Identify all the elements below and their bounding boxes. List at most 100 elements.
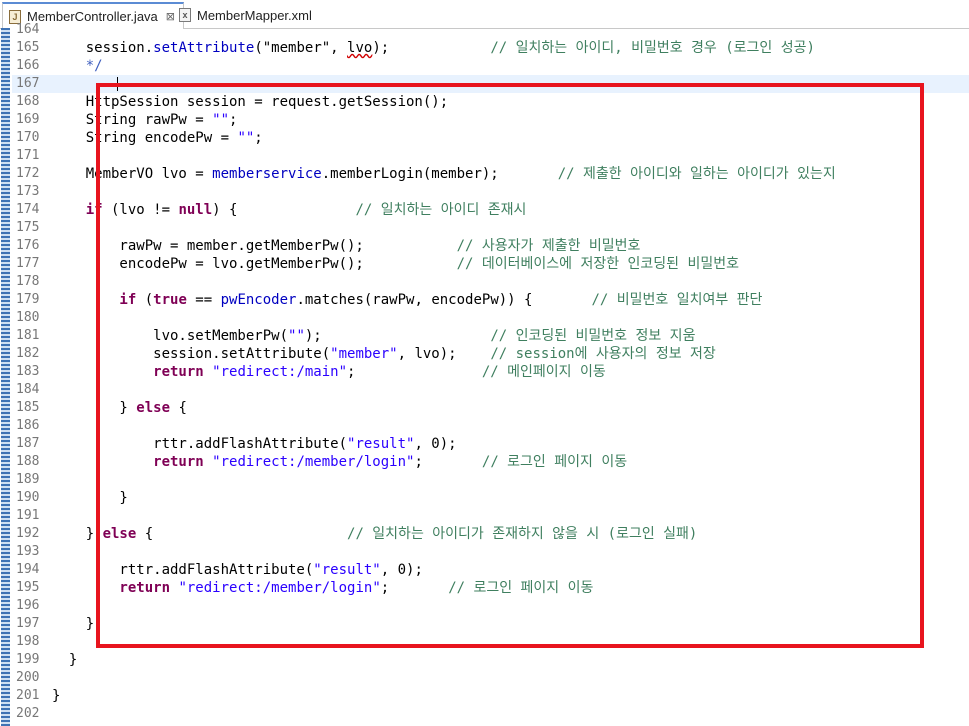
code-line[interactable]: 179 if (true == pwEncoder.matches(rawPw,… xyxy=(12,291,969,309)
code-token: , 0); xyxy=(414,436,457,452)
code-line[interactable]: 164 xyxy=(12,21,969,39)
line-number: 181 xyxy=(16,328,40,343)
code-text: rawPw = member.getMemberPw(); // 사용자가 제출… xyxy=(52,237,640,255)
line-number: 189 xyxy=(16,472,40,487)
code-text: rttr.addFlashAttribute("result", 0); xyxy=(52,561,422,579)
change-ruler xyxy=(1,28,10,726)
line-number: 164 xyxy=(16,22,40,37)
code-text: return "redirect:/member/login"; // 로그인 … xyxy=(52,579,593,597)
line-number: 176 xyxy=(16,238,40,253)
code-line[interactable]: 167 xyxy=(12,75,969,93)
code-text: String rawPw = ""; xyxy=(52,111,238,129)
code-line[interactable]: 166 */ xyxy=(12,57,969,75)
code-line[interactable]: 173 xyxy=(12,183,969,201)
code-line[interactable]: 168 HttpSession session = request.getSes… xyxy=(12,93,969,111)
code-line[interactable]: 191 xyxy=(12,507,969,525)
line-number: 171 xyxy=(16,148,40,163)
code-keyword: else xyxy=(102,526,137,542)
line-number: 168 xyxy=(16,94,40,109)
code-line[interactable]: 165 session.setAttribute("member", lvo);… xyxy=(12,39,969,57)
code-string: "" xyxy=(288,328,305,344)
code-line[interactable]: 174 if (lvo != null) { // 일치하는 아이디 존재시 xyxy=(12,201,969,219)
code-keyword: if xyxy=(52,202,103,218)
code-comment: // 메인페이지 이동 xyxy=(481,364,606,380)
line-number: 191 xyxy=(16,508,40,523)
code-token: ; xyxy=(254,130,263,146)
code-line[interactable]: 171 xyxy=(12,147,969,165)
code-line[interactable]: 200 xyxy=(12,669,969,687)
line-number: 187 xyxy=(16,436,40,451)
code-text: return "redirect:/member/login"; // 로그인 … xyxy=(52,453,627,471)
code-text: } else { // 일치하는 아이디가 존재하지 않을 시 (로그인 실패) xyxy=(52,525,698,543)
code-line[interactable]: 176 rawPw = member.getMemberPw(); // 사용자… xyxy=(12,237,969,255)
code-text: HttpSession session = request.getSession… xyxy=(52,93,448,111)
code-string: "result" xyxy=(313,562,381,578)
text-caret xyxy=(117,77,118,91)
code-text: session.setAttribute("member", lvo); // … xyxy=(52,345,716,363)
code-comment: // 로그인 페이지 이동 xyxy=(448,580,594,596)
code-text: */ xyxy=(52,57,103,75)
code-line[interactable]: 183 return "redirect:/main"; // 메인페이지 이동 xyxy=(12,363,969,381)
code-line[interactable]: 177 encodePw = lvo.getMemberPw(); // 데이터… xyxy=(12,255,969,273)
code-line[interactable]: 197 } xyxy=(12,615,969,633)
code-line[interactable]: 175 xyxy=(12,219,969,237)
code-line[interactable]: 185 } else { xyxy=(12,399,969,417)
code-text: } xyxy=(52,651,77,669)
code-keyword: true xyxy=(153,292,187,308)
code-text: return "redirect:/main"; // 메인페이지 이동 xyxy=(52,363,606,381)
code-string: "redirect:/member/login" xyxy=(212,454,415,470)
line-number: 193 xyxy=(16,544,40,559)
code-line[interactable]: 194 rttr.addFlashAttribute("result", 0); xyxy=(12,561,969,579)
code-string: "redirect:/member/login" xyxy=(178,580,381,596)
line-number: 166 xyxy=(16,58,40,73)
line-number: 165 xyxy=(16,40,40,55)
code-keyword: if xyxy=(52,292,137,308)
code-line[interactable]: 199 } xyxy=(12,651,969,669)
code-line[interactable]: 193 xyxy=(12,543,969,561)
code-line[interactable]: 189 xyxy=(12,471,969,489)
code-line[interactable]: 198 xyxy=(12,633,969,651)
code-token: rttr.addFlashAttribute( xyxy=(52,436,348,452)
code-token: lvo xyxy=(347,40,373,56)
code-keyword: null xyxy=(178,202,213,218)
code-line[interactable]: 188 return "redirect:/member/login"; // … xyxy=(12,453,969,471)
code-line[interactable]: 192 } else { // 일치하는 아이디가 존재하지 않을 시 (로그인… xyxy=(12,525,969,543)
code-line[interactable]: 170 String encodePw = ""; xyxy=(12,129,969,147)
code-line[interactable]: 180 xyxy=(12,309,969,327)
code-token: .memberLogin(member); xyxy=(321,166,558,182)
code-line[interactable]: 181 lvo.setMemberPw(""); // 인코딩된 비밀번호 정보… xyxy=(12,327,969,345)
code-line[interactable]: 178 xyxy=(12,273,969,291)
code-line[interactable]: 195 return "redirect:/member/login"; // … xyxy=(12,579,969,597)
code-token: } xyxy=(52,652,78,668)
code-token: } xyxy=(52,400,137,416)
code-text: encodePw = lvo.getMemberPw(); // 데이터베이스에… xyxy=(52,255,739,273)
code-token: } xyxy=(52,688,61,704)
code-line[interactable]: 202 xyxy=(12,705,969,723)
code-token: String rawPw = xyxy=(52,112,213,128)
code-token: , lvo); xyxy=(397,346,491,362)
code-editor[interactable]: 164 165 session.setAttribute("member", lv… xyxy=(12,22,969,726)
code-line[interactable]: 186 xyxy=(12,417,969,435)
code-token: memberservice xyxy=(212,166,322,182)
code-token: ; xyxy=(380,580,449,596)
line-number: 169 xyxy=(16,112,40,127)
code-comment: // 비밀번호 일치여부 판단 xyxy=(591,292,763,308)
code-line[interactable]: 172 MemberVO lvo = memberservice.memberL… xyxy=(12,165,969,183)
code-token: ( xyxy=(136,292,154,308)
code-line[interactable]: 169 String rawPw = ""; xyxy=(12,111,969,129)
code-comment: // 로그인 페이지 이동 xyxy=(481,454,628,470)
code-token: session. xyxy=(52,40,154,56)
line-number: 183 xyxy=(16,364,40,379)
code-line[interactable]: 201} xyxy=(12,687,969,705)
code-line[interactable]: 184 xyxy=(12,381,969,399)
code-token: rawPw = member.getMemberPw(); xyxy=(52,238,457,254)
line-number: 167 xyxy=(16,76,40,91)
code-line[interactable]: 187 rttr.addFlashAttribute("result", 0); xyxy=(12,435,969,453)
code-line[interactable]: 190 } xyxy=(12,489,969,507)
line-number: 185 xyxy=(16,400,40,415)
line-number: 190 xyxy=(16,490,40,505)
code-text: } else { xyxy=(52,399,186,417)
code-line[interactable]: 182 session.setAttribute("member", lvo);… xyxy=(12,345,969,363)
code-line[interactable]: 196 xyxy=(12,597,969,615)
